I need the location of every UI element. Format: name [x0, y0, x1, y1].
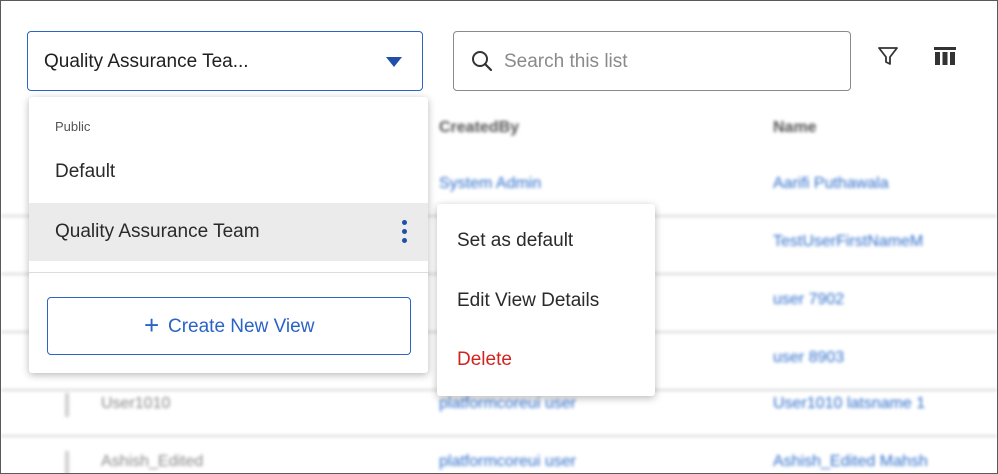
name-link[interactable]: User1010 latsname 1 — [773, 395, 925, 413]
created-by-link[interactable]: System Admin — [439, 175, 541, 193]
divider — [29, 272, 428, 273]
drag-handle-icon[interactable] — [65, 451, 69, 473]
plus-icon: + — [144, 310, 160, 340]
column-header-created-by[interactable]: CreatedBy — [439, 119, 519, 137]
name-link[interactable]: Aarifi Puthawala — [773, 175, 889, 193]
columns-icon[interactable] — [934, 47, 956, 70]
drag-handle-icon[interactable] — [65, 393, 69, 417]
caret-down-icon — [386, 57, 402, 67]
name-link[interactable]: TestUserFirstNameM — [773, 233, 923, 251]
view-option-label: Quality Assurance Team — [55, 221, 260, 242]
column-header-name[interactable]: Name — [773, 119, 817, 137]
menu-item-set-as-default[interactable]: Set as default — [457, 230, 573, 252]
view-selector[interactable]: Quality Assurance Tea... — [27, 31, 423, 91]
row-title: Ashish_Edited — [101, 453, 204, 470]
list-view-panel: CreatedBy Name System Admin Aarifi Putha… — [0, 0, 998, 474]
name-link[interactable]: Ashish_Edited Mahsh — [773, 453, 928, 471]
menu-item-edit-view-details[interactable]: Edit View Details — [457, 290, 599, 312]
menu-item-delete[interactable]: Delete — [457, 349, 512, 371]
create-new-view-label: Create New View — [168, 316, 315, 337]
create-new-view-button[interactable]: + Create New View — [47, 297, 411, 355]
view-context-menu: Set as default Edit View Details Delete — [437, 204, 655, 396]
row-title: User1010 — [101, 395, 171, 412]
name-link[interactable]: user 8903 — [773, 349, 844, 367]
search-icon — [470, 49, 494, 78]
view-option-quality-assurance-team[interactable]: Quality Assurance Team — [29, 203, 428, 261]
view-option-label: Default — [55, 161, 116, 182]
views-dropdown: Public Default Quality Assurance Team + … — [29, 97, 428, 373]
created-by-link[interactable]: platformcoreui user — [439, 453, 576, 471]
more-options-icon[interactable] — [402, 220, 408, 244]
name-link[interactable]: user 7902 — [773, 291, 844, 309]
created-by-link[interactable]: platformcoreui user — [439, 395, 576, 413]
view-option-default[interactable]: Default — [29, 143, 428, 201]
view-selector-label: Quality Assurance Tea... — [44, 51, 249, 72]
group-label-public: Public — [55, 119, 91, 134]
filter-icon[interactable] — [877, 45, 899, 72]
search-input[interactable]: Search this list — [453, 31, 851, 91]
search-placeholder: Search this list — [504, 51, 628, 72]
table-row[interactable]: Ashish_Edited platformcoreui user Ashish… — [1, 435, 997, 473]
